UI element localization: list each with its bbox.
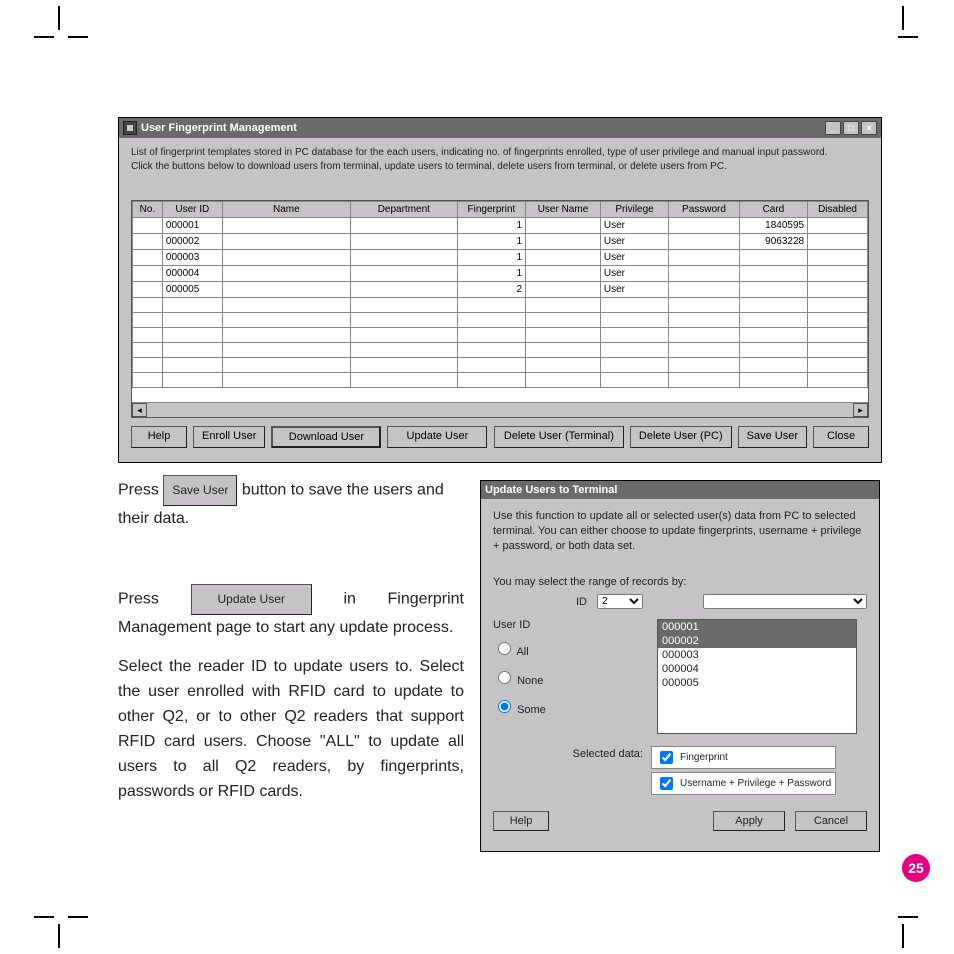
column-header[interactable]: Privilege <box>600 202 668 218</box>
delete-user-terminal-button[interactable]: Delete User (Terminal) <box>494 426 624 448</box>
inline-update-user-button: Update User <box>191 584 312 615</box>
column-header[interactable]: Disabled <box>808 202 868 218</box>
app-icon <box>123 121 137 135</box>
column-header[interactable]: User ID <box>162 202 222 218</box>
close-icon[interactable]: × <box>861 121 877 135</box>
dialog-help-button[interactable]: Help <box>493 811 549 831</box>
user-fingerprint-management-window: User Fingerprint Management _ □ × List o… <box>118 117 882 463</box>
close-button[interactable]: Close <box>813 426 869 448</box>
apply-button[interactable]: Apply <box>713 811 785 831</box>
user-grid: No.User IDNameDepartmentFingerprintUser … <box>131 200 869 418</box>
horizontal-scrollbar[interactable]: ◂ ▸ <box>132 402 868 417</box>
inline-save-user-button: Save User <box>163 475 237 506</box>
update-user-button[interactable]: Update User <box>387 426 487 448</box>
enroll-user-button[interactable]: Enroll User <box>193 426 265 448</box>
description-text: List of fingerprint templates stored in … <box>131 146 869 174</box>
column-header[interactable]: Name <box>222 202 350 218</box>
table-row[interactable]: 0000031User <box>133 250 868 266</box>
radio-some[interactable]: Some <box>493 697 643 716</box>
selected-data-label: Selected data: <box>493 746 643 760</box>
list-item[interactable]: 000003 <box>658 648 856 662</box>
minimize-icon[interactable]: _ <box>825 121 841 135</box>
radio-none[interactable]: None <box>493 668 643 687</box>
scroll-right-icon[interactable]: ▸ <box>853 403 868 417</box>
list-item[interactable]: 000002 <box>658 634 856 648</box>
checkbox-fingerprint[interactable]: Fingerprint <box>651 746 836 769</box>
column-header[interactable]: Fingerprint <box>457 202 525 218</box>
table-row[interactable]: 0000052User <box>133 282 868 298</box>
column-header[interactable]: User Name <box>526 202 601 218</box>
maximize-icon[interactable]: □ <box>843 121 859 135</box>
save-user-button[interactable]: Save User <box>738 426 807 448</box>
instruction-paragraph-3: Select the reader ID to update users to.… <box>118 654 464 804</box>
table-row[interactable]: 0000041User <box>133 266 868 282</box>
dialog-description: Use this function to update all or selec… <box>493 509 867 554</box>
secondary-dropdown[interactable] <box>703 594 867 609</box>
column-header[interactable]: Card <box>739 202 807 218</box>
list-item[interactable]: 000001 <box>658 620 856 634</box>
table-row[interactable] <box>133 373 868 388</box>
user-id-label: User ID <box>493 619 643 631</box>
table-row[interactable]: 0000011User1840595 <box>133 218 868 234</box>
column-header[interactable]: Password <box>669 202 740 218</box>
window-title: User Fingerprint Management <box>141 122 297 134</box>
dialog-titlebar: Update Users to Terminal <box>481 481 879 499</box>
list-item[interactable]: 000004 <box>658 662 856 676</box>
update-users-to-terminal-dialog: Update Users to Terminal Use this functi… <box>480 480 880 852</box>
user-id-listbox[interactable]: 000001000002000003000004000005 <box>657 619 857 734</box>
instruction-paragraph-2: Press Update User in Fingerprint Managem… <box>118 584 464 640</box>
list-item[interactable]: 000005 <box>658 676 856 690</box>
range-label: You may select the range of records by: <box>493 576 867 588</box>
page-number-badge: 25 <box>902 854 930 882</box>
table-row[interactable] <box>133 343 868 358</box>
titlebar: User Fingerprint Management _ □ × <box>119 118 881 138</box>
column-header[interactable]: No. <box>133 202 163 218</box>
table-row[interactable] <box>133 313 868 328</box>
cancel-button[interactable]: Cancel <box>795 811 867 831</box>
dialog-title: Update Users to Terminal <box>485 484 617 496</box>
help-button[interactable]: Help <box>131 426 187 448</box>
table-row[interactable]: 0000021User9063228 <box>133 234 868 250</box>
delete-user-pc-button[interactable]: Delete User (PC) <box>630 426 732 448</box>
download-user-button[interactable]: Download User <box>271 426 381 448</box>
table-row[interactable] <box>133 328 868 343</box>
instruction-paragraph-1: Press Save User button to save the users… <box>118 475 464 531</box>
table-row[interactable] <box>133 358 868 373</box>
checkbox-username-priv-password[interactable]: Username + Privilege + Password <box>651 772 836 795</box>
id-label: ID <box>493 594 587 608</box>
radio-all[interactable]: All <box>493 639 643 658</box>
column-header[interactable]: Department <box>350 202 457 218</box>
table-row[interactable] <box>133 298 868 313</box>
id-dropdown[interactable]: 2 <box>597 594 643 609</box>
scroll-left-icon[interactable]: ◂ <box>132 403 147 417</box>
